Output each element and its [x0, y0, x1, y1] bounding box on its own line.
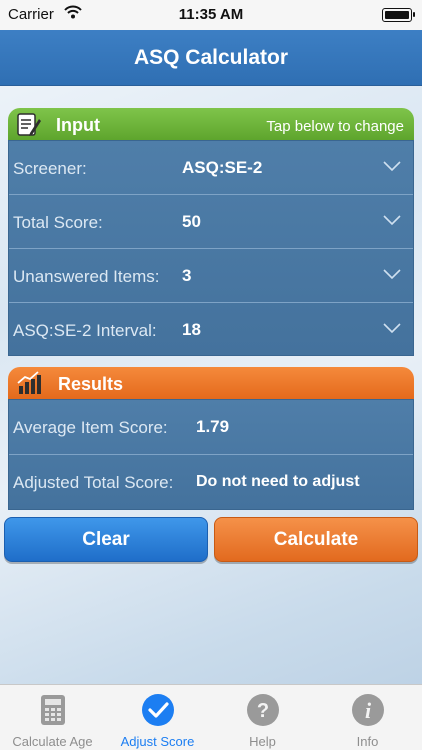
- unanswered-items-value: 3: [182, 266, 192, 285]
- tab-label: Help: [249, 734, 276, 749]
- info-icon: i: [352, 694, 384, 726]
- screener-label: Screener:: [13, 159, 87, 178]
- tab-label: Info: [356, 734, 379, 749]
- adjusted-total-score-label: Adjusted Total Score:: [13, 473, 174, 492]
- status-bar: Carrier 11:35 AM: [0, 0, 422, 30]
- chevron-down-icon: [383, 215, 401, 226]
- input-list: Screener: ASQ:SE-2 Total Score: 50 Unans…: [8, 140, 414, 356]
- total-score-value: 50: [182, 212, 201, 231]
- results-list: Average Item Score: 1.79 Adjusted Total …: [8, 399, 414, 510]
- chevron-down-icon: [383, 323, 401, 334]
- adjusted-total-score-value: Do not need to adjust: [196, 473, 360, 490]
- page-title: ASQ Calculator: [133, 45, 289, 69]
- screener-value: ASQ:SE-2: [182, 158, 263, 177]
- unanswered-items-row[interactable]: Unanswered Items: 3: [9, 249, 413, 303]
- checkmark-icon: [142, 694, 174, 726]
- tab-adjust-score[interactable]: Adjust Score: [105, 685, 210, 750]
- adjusted-total-score-row: Adjusted Total Score: Do not need to adj…: [9, 455, 413, 510]
- tab-calculate-age[interactable]: Calculate Age: [0, 685, 105, 750]
- tab-info[interactable]: i Info: [315, 685, 420, 750]
- nav-bar: ASQ Calculator: [0, 30, 422, 86]
- notepad-pencil-icon: [17, 113, 41, 136]
- tab-label: Adjust Score: [120, 734, 195, 749]
- status-time: 11:35 AM: [178, 6, 244, 23]
- unanswered-items-label: Unanswered Items:: [13, 267, 160, 286]
- input-section-header: Input Tap below to change: [8, 108, 414, 140]
- results-section-title: Results: [58, 374, 124, 394]
- results-section-header: Results: [8, 367, 414, 399]
- tab-label: Calculate Age: [12, 734, 93, 749]
- tab-bar: Calculate Age Adjust Score ? Help i Info: [0, 684, 422, 750]
- average-item-score-value: 1.79: [196, 417, 230, 436]
- tab-help[interactable]: ? Help: [210, 685, 315, 750]
- interval-label: ASQ:SE-2 Interval:: [13, 321, 157, 340]
- question-icon: ?: [247, 694, 279, 726]
- chevron-down-icon: [383, 161, 401, 172]
- input-section-hint: Tap below to change: [266, 118, 404, 135]
- interval-row[interactable]: ASQ:SE-2 Interval: 18: [9, 303, 413, 357]
- svg-text:?: ?: [257, 700, 269, 722]
- svg-text:i: i: [365, 698, 372, 723]
- battery-icon: [382, 8, 415, 22]
- interval-value: 18: [182, 320, 201, 339]
- calculate-button[interactable]: Calculate: [214, 517, 418, 562]
- chevron-down-icon: [383, 269, 401, 280]
- screener-row[interactable]: Screener: ASQ:SE-2: [9, 141, 413, 195]
- calculator-icon: [41, 695, 65, 725]
- clear-button[interactable]: Clear: [4, 517, 208, 562]
- average-item-score-row: Average Item Score: 1.79: [9, 400, 413, 455]
- input-section-title: Input: [56, 115, 100, 135]
- average-item-score-label: Average Item Score:: [13, 418, 168, 437]
- total-score-label: Total Score:: [13, 213, 103, 232]
- total-score-row[interactable]: Total Score: 50: [9, 195, 413, 249]
- bar-chart-icon: [17, 371, 41, 394]
